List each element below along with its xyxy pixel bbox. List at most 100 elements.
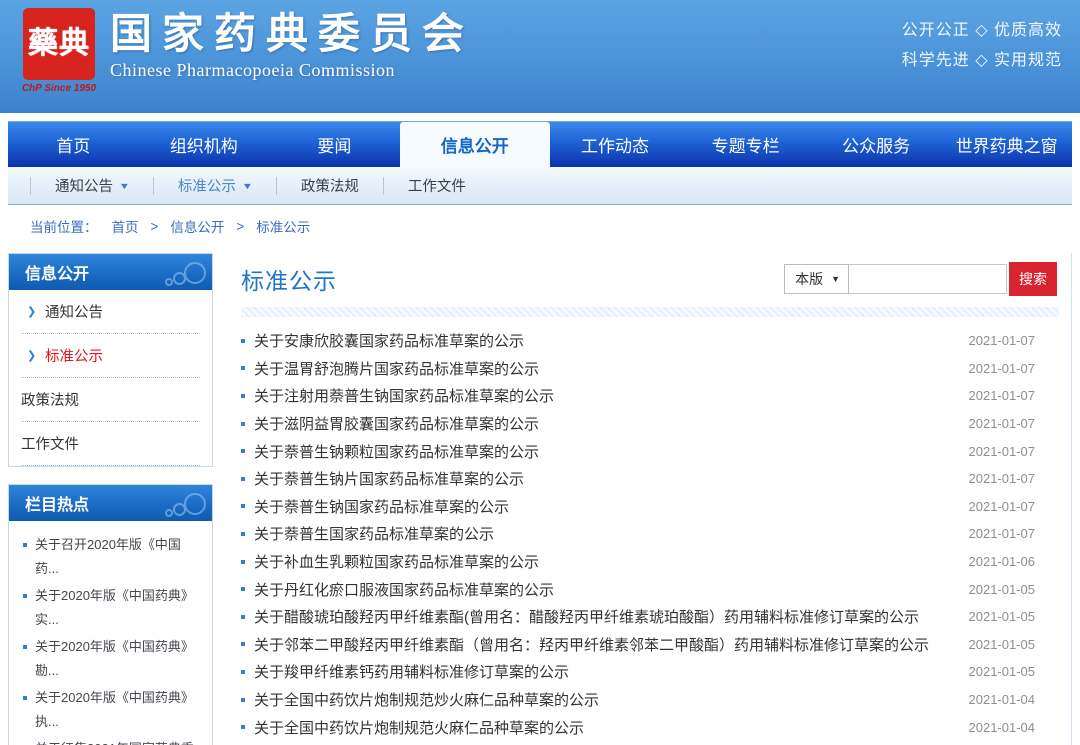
hot-topic-item[interactable]: 关于征集2021年国家药典委员... bbox=[21, 737, 202, 745]
bullet-icon bbox=[241, 422, 245, 426]
search-scope-value: 本版 bbox=[795, 269, 823, 289]
nav-tab-label: 公众服务 bbox=[842, 132, 910, 157]
hot-topics-header: 栏目热点 bbox=[9, 485, 212, 521]
search-input[interactable] bbox=[849, 264, 1007, 294]
announcement-date: 2021-01-07 bbox=[955, 333, 1036, 348]
announcement-row[interactable]: 关于丹红化瘀口服液国家药品标准草案的公示 2021-01-05 bbox=[241, 575, 1069, 603]
nav-tab[interactable]: 要闻 bbox=[269, 122, 400, 167]
breadcrumb-link[interactable]: 标准公示 bbox=[256, 216, 310, 236]
hot-topic-item[interactable]: 关于召开2020年版《中国药... bbox=[21, 533, 202, 581]
subnav-item[interactable]: 标准公示 ▼ bbox=[153, 177, 276, 195]
announcement-row[interactable]: 关于羧甲纤维素钙药用辅料标准修订草案的公示 2021-01-05 bbox=[241, 658, 1069, 686]
breadcrumb-label: 当前位置： bbox=[30, 216, 98, 236]
subnav-item[interactable]: 政策法规 ▼ bbox=[276, 177, 383, 195]
announcement-row[interactable]: 关于补血生乳颗粒国家药品标准草案的公示 2021-01-06 bbox=[241, 548, 1069, 576]
sidebar-menu: ❯ 通知公告 ❯ 标准公示 ❯ 政策法规 ❯ 工作文件 bbox=[9, 290, 212, 466]
chevron-down-icon: ▼ bbox=[242, 181, 254, 191]
site-header: 藥典 ChP Since 1950 国家药典委员会 Chinese Pharma… bbox=[0, 0, 1080, 113]
announcement-row[interactable]: 关于萘普生国家药品标准草案的公示 2021-01-07 bbox=[241, 520, 1069, 548]
announcement-date: 2021-01-07 bbox=[955, 499, 1036, 514]
hot-topic-item[interactable]: 关于2020年版《中国药典》执... bbox=[21, 686, 202, 734]
announcement-title: 关于邻苯二甲酸羟丙甲纤维素酯（曾用名：羟丙甲纤维素邻苯二甲酸酯）药用辅料标准修订… bbox=[254, 634, 929, 655]
announcement-row[interactable]: 关于温胃舒泡腾片国家药品标准草案的公示 2021-01-07 bbox=[241, 355, 1069, 383]
hot-topic-label: 关于2020年版《中国药典》实... bbox=[35, 584, 202, 632]
bullet-icon bbox=[241, 532, 245, 536]
subnav-item-label: 标准公示 bbox=[178, 175, 236, 196]
announcement-title: 关于全国中药饮片炮制规范火麻仁品种草案的公示 bbox=[254, 717, 584, 738]
nav-tab[interactable]: 公众服务 bbox=[811, 122, 942, 167]
slogan-line-2: 科学先进 ◇ 实用规范 bbox=[902, 46, 1062, 76]
site-title: 国家药典委员会 bbox=[110, 12, 474, 58]
search-scope-select[interactable]: 本版 ▼ bbox=[784, 264, 849, 294]
announcement-date: 2021-01-07 bbox=[955, 416, 1036, 431]
nav-tab[interactable]: 工作动态 bbox=[550, 122, 681, 167]
site-logo[interactable]: 藥典 ChP Since 1950 bbox=[16, 8, 102, 94]
hot-topic-item[interactable]: 关于2020年版《中国药典》勘... bbox=[21, 635, 202, 683]
announcement-title: 关于丹红化瘀口服液国家药品标准草案的公示 bbox=[254, 579, 554, 600]
breadcrumb-item: > 首页 bbox=[112, 216, 139, 236]
nav-tab[interactable]: 专题专栏 bbox=[680, 122, 811, 167]
sidebar-menu-item[interactable]: ❯ 通知公告 bbox=[21, 290, 200, 334]
announcement-date: 2021-01-07 bbox=[955, 471, 1036, 486]
chevron-right-icon: ❯ bbox=[27, 349, 37, 362]
announcement-row[interactable]: 关于醋酸琥珀酸羟丙甲纤维素酯(曾用名：醋酸羟丙甲纤维素琥珀酸酯）药用辅料标准修订… bbox=[241, 603, 1069, 631]
nav-tab-label: 要闻 bbox=[317, 132, 351, 157]
bullet-icon bbox=[241, 587, 245, 591]
bullet-icon bbox=[241, 698, 245, 702]
sidebar-menu-item[interactable]: ❯ 工作文件 bbox=[21, 422, 200, 466]
chevron-down-icon: ▼ bbox=[831, 274, 840, 284]
subnav-item[interactable]: 通知公告 ▼ bbox=[30, 177, 153, 195]
subnav-item-label: 通知公告 bbox=[55, 175, 113, 196]
sub-navigation: 通知公告 ▼ 标准公示 ▼ 政策法规 ▼ 工作文件 ▼ bbox=[8, 167, 1072, 205]
seal-caption: ChP Since 1950 bbox=[16, 83, 102, 94]
breadcrumb-link[interactable]: 信息公开 bbox=[170, 216, 224, 236]
nav-tab[interactable]: 世界药典之窗 bbox=[941, 122, 1072, 167]
announcement-title: 关于安康欣胶囊国家药品标准草案的公示 bbox=[254, 330, 524, 351]
announcement-row[interactable]: 关于全国中药饮片炮制规范火麻仁品种草案的公示 2021-01-04 bbox=[241, 713, 1069, 741]
nav-tab[interactable]: 首页 bbox=[8, 122, 139, 167]
breadcrumb-item: > 信息公开 bbox=[139, 216, 225, 236]
announcement-row[interactable]: 关于萘普生钠颗粒国家药品标准草案的公示 2021-01-07 bbox=[241, 437, 1069, 465]
nav-tab[interactable]: 组织机构 bbox=[139, 122, 270, 167]
sidebar-menu-item-label: 通知公告 bbox=[45, 301, 103, 322]
hot-topics-list: 关于召开2020年版《中国药... 关于2020年版《中国药典》实... 关于2… bbox=[9, 521, 212, 745]
subnav-item[interactable]: 工作文件 ▼ bbox=[383, 177, 490, 195]
breadcrumb-link[interactable]: 首页 bbox=[112, 216, 139, 236]
announcement-title: 关于萘普生钠国家药品标准草案的公示 bbox=[254, 496, 509, 517]
bullet-icon bbox=[241, 477, 245, 481]
announcement-row[interactable]: 关于萘普生钠片国家药品标准草案的公示 2021-01-07 bbox=[241, 465, 1069, 493]
announcement-title: 关于全国中药饮片炮制规范炒火麻仁品种草案的公示 bbox=[254, 689, 599, 710]
chevron-right-icon: ❯ bbox=[27, 305, 37, 318]
announcement-row[interactable]: 关于注射用萘普生钠国家药品标准草案的公示 2021-01-07 bbox=[241, 382, 1069, 410]
announcement-row[interactable]: 关于邻苯二甲酸羟丙甲纤维素酯（曾用名：羟丙甲纤维素邻苯二甲酸酯）药用辅料标准修订… bbox=[241, 631, 1069, 659]
main-content: 标准公示 本版 ▼ 搜索 关于安康欣胶囊国家药品标准草案的公示 2021-01-… bbox=[231, 253, 1072, 745]
bullet-icon bbox=[241, 560, 245, 564]
sidebar-menu-item[interactable]: ❯ 标准公示 bbox=[21, 334, 200, 378]
announcement-date: 2021-01-05 bbox=[955, 582, 1036, 597]
bullet-icon bbox=[241, 670, 245, 674]
nav-tab-label: 世界药典之窗 bbox=[956, 132, 1058, 157]
announcement-title: 关于萘普生钠片国家药品标准草案的公示 bbox=[254, 468, 524, 489]
slogan-line-1: 公开公正 ◇ 优质高效 bbox=[902, 16, 1062, 46]
nav-tab[interactable]: 信息公开 bbox=[400, 122, 550, 167]
announcement-title: 关于温胃舒泡腾片国家药品标准草案的公示 bbox=[254, 358, 539, 379]
announcement-date: 2021-01-07 bbox=[955, 526, 1036, 541]
subnav-item-label: 工作文件 bbox=[408, 175, 466, 196]
announcement-row[interactable]: 关于滋阴益胃胶囊国家药品标准草案的公示 2021-01-07 bbox=[241, 410, 1069, 438]
announcement-row[interactable]: 关于萘普生钠国家药品标准草案的公示 2021-01-07 bbox=[241, 493, 1069, 521]
cloud-decoration-icon bbox=[160, 491, 206, 521]
hot-topics-title: 栏目热点 bbox=[25, 491, 89, 515]
nav-tab-label: 信息公开 bbox=[441, 132, 509, 157]
chevron-down-icon: ▼ bbox=[119, 181, 131, 191]
page-title: 标准公示 bbox=[241, 262, 337, 296]
announcement-row[interactable]: 关于全国中药饮片炮制规范炒火麻仁品种草案的公示 2021-01-04 bbox=[241, 686, 1069, 714]
announcement-date: 2021-01-05 bbox=[955, 664, 1036, 679]
sidebar-menu-item[interactable]: ❯ 政策法规 bbox=[21, 378, 200, 422]
search-bar: 本版 ▼ 搜索 bbox=[784, 262, 1057, 296]
hot-topic-item[interactable]: 关于2020年版《中国药典》实... bbox=[21, 584, 202, 632]
announcement-date: 2021-01-07 bbox=[955, 388, 1036, 403]
sidebar-section-hot-topics: 栏目热点 关于召开2020年版《中国药... 关于2020年版《中国药典》实..… bbox=[8, 484, 213, 745]
search-button[interactable]: 搜索 bbox=[1009, 262, 1057, 296]
announcement-row[interactable]: 关于安康欣胶囊国家药品标准草案的公示 2021-01-07 bbox=[241, 327, 1069, 355]
announcement-date: 2021-01-05 bbox=[955, 637, 1036, 652]
